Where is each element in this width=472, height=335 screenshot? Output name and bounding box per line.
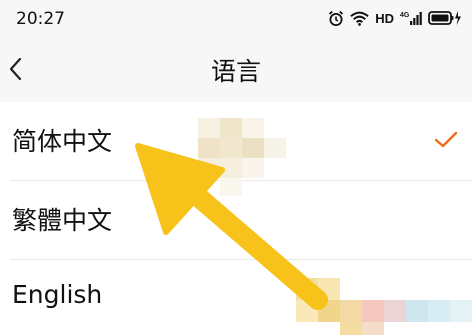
status-icons: HD 4G: [328, 9, 462, 27]
language-settings-screen: 20:27 HD 4G 语言 简体中文 繁體中文 English: [0, 0, 472, 335]
page-title: 语言: [210, 57, 261, 86]
language-option-english[interactable]: English: [10, 260, 472, 335]
checkmark-icon: [434, 130, 458, 150]
4g-signal-icon: 4G: [400, 10, 422, 26]
svg-text:4G: 4G: [400, 12, 410, 19]
status-time: 20:27: [16, 9, 65, 29]
battery-charging-icon: [428, 10, 462, 26]
alarm-icon: [328, 10, 344, 27]
status-bar: 20:27 HD 4G: [0, 0, 472, 36]
network-hd-label: HD: [375, 10, 394, 26]
wifi-icon: [350, 11, 369, 26]
language-list: 简体中文 繁體中文 English: [0, 102, 472, 335]
navigation-bar: 语言: [0, 36, 472, 102]
language-label: 繁體中文: [12, 206, 113, 235]
language-label: 简体中文: [12, 127, 113, 156]
language-option-simplified-chinese[interactable]: 简体中文: [10, 102, 472, 181]
language-label: English: [12, 280, 103, 309]
language-option-traditional-chinese[interactable]: 繁體中文: [10, 181, 472, 260]
